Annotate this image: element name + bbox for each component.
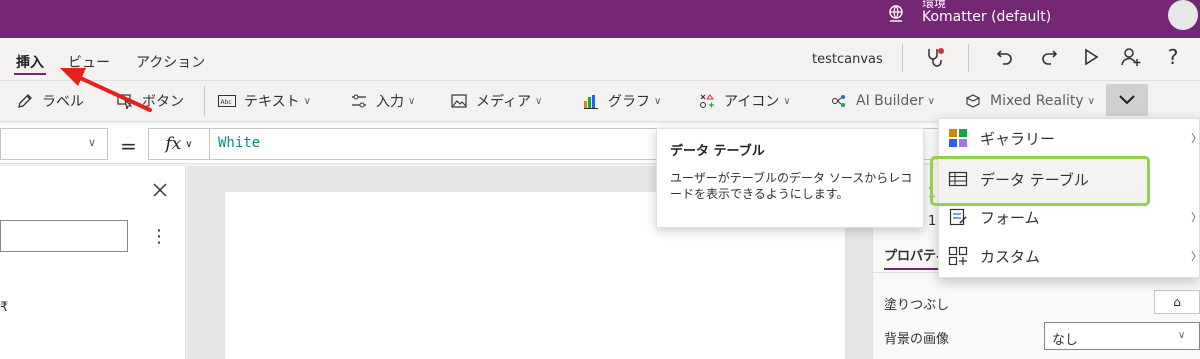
- bar-chart-icon: [584, 95, 598, 109]
- header-divider: [968, 44, 969, 72]
- close-icon[interactable]: [152, 182, 168, 198]
- ribbon-input-dropdown[interactable]: 入力 ∨: [350, 88, 415, 114]
- fill-color-picker[interactable]: ⌂: [1154, 290, 1200, 314]
- paint-bucket-icon: ⌂: [1173, 295, 1181, 309]
- menu-item-custom[interactable]: カスタム 〉: [938, 237, 1200, 275]
- cursor-icon: [117, 94, 133, 109]
- table-icon: [948, 171, 968, 187]
- play-icon[interactable]: [1080, 46, 1102, 68]
- ribbon-item-label: グラフ: [608, 94, 650, 110]
- menu-item-form[interactable]: フォーム 〉: [938, 198, 1200, 236]
- chevron-down-icon: ∨: [535, 95, 543, 107]
- chevron-down-icon: ∨: [185, 138, 193, 150]
- avatar[interactable]: [1168, 0, 1198, 30]
- sliders-icon: [352, 94, 366, 108]
- chevron-down-icon: ∨: [408, 95, 416, 107]
- chevron-right-icon: 〉: [1191, 130, 1200, 146]
- ribbon-mixed-reality-dropdown[interactable]: Mixed Reality ∨: [964, 88, 1095, 114]
- ribbon-media-dropdown[interactable]: メディア ∨: [450, 88, 542, 114]
- environment-name[interactable]: Komatter (default): [922, 9, 1051, 25]
- ribbon-item-label: テキスト: [244, 94, 300, 110]
- chevron-down-icon: ∨: [1178, 330, 1186, 341]
- gallery-icon: [949, 129, 967, 147]
- icons-icon: [700, 94, 714, 108]
- fx-label: fx: [165, 134, 182, 154]
- more-options-icon[interactable]: ⋮: [150, 226, 168, 247]
- ribbon-button-button[interactable]: ボタン: [116, 88, 184, 114]
- tab-action[interactable]: アクション: [136, 52, 205, 72]
- chevron-right-icon: 〉: [1191, 209, 1200, 225]
- tree-item-fragment: ₹: [0, 300, 9, 315]
- chevron-down-icon: ∨: [88, 136, 97, 149]
- app-name: testcanvas: [812, 52, 883, 67]
- form-icon: [949, 208, 967, 226]
- formula-text[interactable]: White: [218, 135, 260, 151]
- tab-view[interactable]: ビュー: [68, 52, 110, 72]
- ribbon-item-label: AI Builder: [856, 93, 924, 109]
- fx-button[interactable]: fx ∨: [148, 128, 210, 160]
- active-tab-underline: [14, 73, 46, 75]
- ribbon-text-dropdown[interactable]: Abc テキスト ∨: [218, 88, 311, 114]
- share-user-icon[interactable]: [1120, 46, 1142, 68]
- svg-text:Abc: Abc: [221, 99, 232, 106]
- ribbon-divider: [204, 86, 205, 116]
- background-image-value: なし: [1052, 333, 1079, 348]
- chevron-right-icon: 〉: [1191, 248, 1200, 264]
- menu-item-data-table[interactable]: データ テーブル: [938, 160, 1200, 198]
- ribbon-item-label: アイコン: [724, 94, 780, 110]
- mixed-reality-icon: [965, 94, 981, 108]
- ribbon-item-label: Mixed Reality: [990, 93, 1084, 109]
- chevron-down-icon: [1119, 95, 1135, 105]
- tab-insert[interactable]: 挿入: [16, 52, 44, 72]
- chevron-down-icon: ∨: [303, 95, 311, 107]
- menu-item-label: フォーム: [980, 208, 1040, 227]
- redo-icon[interactable]: [1038, 46, 1060, 68]
- tooltip-title: データ テーブル: [670, 144, 765, 159]
- chevron-down-icon: ∨: [927, 95, 935, 107]
- ribbon-icons-dropdown[interactable]: アイコン ∨: [698, 88, 791, 114]
- undo-icon[interactable]: [994, 46, 1016, 68]
- ribbon-label-button[interactable]: ラベル: [16, 88, 84, 114]
- ribbon-chart-dropdown[interactable]: グラフ ∨: [582, 88, 661, 114]
- ribbon-item-label: ラベル: [42, 94, 84, 110]
- ribbon-ai-builder-dropdown[interactable]: AI Builder ∨: [830, 88, 935, 114]
- environment-icon[interactable]: [886, 4, 906, 24]
- text-abc-icon: Abc: [218, 95, 236, 107]
- ribbon-more-button[interactable]: [1106, 84, 1148, 116]
- image-icon: [451, 94, 467, 108]
- pencil-icon: [18, 94, 32, 108]
- header-divider: [902, 44, 903, 72]
- ribbon-item-label: メディア: [476, 94, 532, 110]
- tooltip-body: ユーザーがテーブルのデータ ソースからレコードを表示できるようにします。: [670, 171, 913, 201]
- chevron-down-icon: ∨: [1087, 95, 1095, 107]
- equals-sign: =: [120, 134, 137, 158]
- panel-fragment: 1: [928, 214, 937, 229]
- menu-item-label: データ テーブル: [980, 170, 1089, 189]
- chevron-down-icon: ∨: [654, 95, 662, 107]
- help-icon[interactable]: ?: [1162, 45, 1184, 69]
- background-image-label: 背景の画像: [884, 332, 950, 347]
- ribbon-item-label: ボタン: [142, 94, 184, 110]
- stethoscope-icon[interactable]: [924, 46, 946, 68]
- menu-item-gallery[interactable]: ギャラリー 〉: [938, 119, 1200, 157]
- active-tab-underline: [884, 268, 940, 270]
- search-input[interactable]: [0, 220, 128, 252]
- chevron-down-icon: ∨: [783, 95, 791, 107]
- custom-icon: [948, 246, 968, 266]
- menu-item-label: カスタム: [980, 247, 1041, 266]
- menu-item-label: ギャラリー: [980, 129, 1056, 148]
- ribbon-item-label: 入力: [376, 94, 404, 110]
- fill-label: 塗りつぶし: [884, 298, 950, 313]
- ai-icon: [832, 95, 845, 107]
